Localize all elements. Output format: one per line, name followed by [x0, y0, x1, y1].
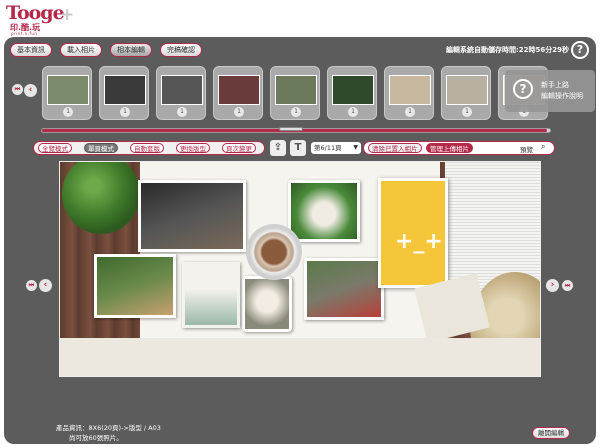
bottom-paper-strip — [60, 338, 540, 376]
page-prev-icon[interactable]: ‹ — [39, 279, 52, 292]
logo-tagline: print.n.fun — [11, 31, 38, 36]
page-thumbnail[interactable]: 1 — [270, 66, 320, 120]
upload-icon[interactable]: ⇪ — [270, 140, 286, 156]
page-thumbnail[interactable]: 1 — [327, 66, 377, 120]
page-thumbnail[interactable]: 1 — [441, 66, 491, 120]
thumbnail-number: 1 — [291, 107, 301, 117]
photo-limit-info: 尚可放60張照片。 — [69, 434, 123, 442]
page-first-icon[interactable]: ⏮ — [26, 280, 37, 291]
album-page-canvas[interactable]: +_+ — [59, 161, 541, 377]
page-thumbnail[interactable]: 1 — [99, 66, 149, 120]
chevron-down-icon: ▼ — [353, 144, 358, 151]
thumbnail-number: 1 — [405, 107, 415, 117]
thumbnail-image — [47, 75, 89, 105]
photo-image — [245, 279, 289, 329]
photo-action-bar: 清除已置入相片 管理上傳相片 預覽 ⌕ — [363, 141, 555, 155]
tooge-logo: Tooge + 印.酷.玩 print.n.fun — [4, 2, 75, 37]
page-last-icon[interactable]: ⏭ — [562, 280, 573, 291]
page-order-button[interactable]: 頁次變更 — [222, 143, 256, 153]
thumb-prev-icon[interactable]: ‹ — [24, 84, 37, 97]
text-tool-icon[interactable]: T — [290, 140, 306, 156]
thumbnail-number: 1 — [348, 107, 358, 117]
sketch-image — [185, 265, 237, 325]
step-load-photos-button[interactable]: 載入相片 — [60, 43, 102, 57]
autosave-timer: 編輯系統自動儲存時間:22時56分29秒 — [446, 46, 570, 54]
photo-image — [141, 183, 243, 249]
page-select-value: 第6/11頁 — [314, 144, 342, 152]
logo-wordmark: Tooge — [6, 2, 65, 24]
preview-link[interactable]: 預覽 — [520, 144, 533, 154]
manage-uploads-button[interactable]: 管理上傳相片 — [426, 143, 473, 153]
search-icon[interactable]: ⌕ — [541, 142, 545, 152]
photo-image — [97, 257, 173, 315]
newspaper-decoration — [445, 162, 540, 292]
placeholder-plus-icon: +_+ — [395, 229, 443, 254]
full-view-mode-button[interactable]: 全覽模式 — [38, 143, 72, 153]
thumbnail-image — [446, 75, 488, 105]
thumbnail-image — [161, 75, 203, 105]
tooltip-subtitle: 編輯操作說明 — [541, 92, 583, 100]
sketch-card — [182, 262, 240, 328]
photo-slot[interactable] — [304, 258, 384, 320]
photo-image — [307, 261, 381, 317]
page-next-icon[interactable]: › — [546, 279, 559, 292]
step-basic-info-button[interactable]: 基本資訊 — [10, 43, 52, 57]
thumbnail-number: 1 — [234, 107, 244, 117]
thumbnail-image — [275, 75, 317, 105]
thumbnail-image — [218, 75, 260, 105]
photo-slot[interactable] — [242, 276, 292, 332]
thumbnail-image — [389, 75, 431, 105]
empty-photo-placeholder[interactable]: +_+ — [378, 178, 448, 288]
page-thumbnail[interactable]: 1 — [384, 66, 434, 120]
photo-slot[interactable] — [138, 180, 246, 252]
thumbnail-scrollbar[interactable] — [41, 127, 551, 133]
page-thumbnail[interactable]: 1 — [156, 66, 206, 120]
page-thumbnail[interactable]: 1 — [42, 66, 92, 120]
photo-slot[interactable] — [288, 180, 360, 242]
thumbnail-image — [104, 75, 146, 105]
change-template-button[interactable]: 更換版型 — [176, 143, 210, 153]
product-info: 產品資訊：8X6(20頁)->版型 / A03 — [56, 424, 161, 432]
clear-placed-photos-button[interactable]: 清除已置入相片 — [368, 143, 422, 153]
step-final-confirm-button[interactable]: 完稿確認 — [160, 43, 202, 57]
thumbnail-number: 1 — [63, 107, 73, 117]
help-tooltip[interactable]: ? 新手上路 編輯操作說明 — [505, 70, 595, 112]
question-icon: ? — [513, 79, 533, 99]
photo-image — [291, 183, 357, 239]
coffee-cup-decoration — [246, 224, 302, 280]
layout-mode-bar: 全覽模式 單頁模式 自動套版 更換版型 頁次變更 — [33, 141, 265, 155]
exit-edit-button[interactable]: 離開編輯 — [532, 427, 570, 439]
step-album-edit-button[interactable]: 相本編輯 — [110, 43, 152, 57]
page-thumbnail[interactable]: 1 — [213, 66, 263, 120]
help-icon[interactable]: ? — [571, 41, 589, 59]
scrollbar-grip[interactable] — [279, 127, 303, 131]
logo-plus: + — [60, 5, 75, 25]
page-select[interactable]: 第6/11頁 ▼ — [311, 142, 361, 154]
thumbnail-number: 1 — [177, 107, 187, 117]
auto-layout-button[interactable]: 自動套版 — [130, 143, 164, 153]
thumbnail-number: 1 — [120, 107, 130, 117]
tooltip-title: 新手上路 — [541, 81, 569, 89]
thumbnail-number: 1 — [462, 107, 472, 117]
thumb-first-icon[interactable]: ⏮ — [12, 84, 23, 95]
thumbnail-image — [332, 75, 374, 105]
photo-slot[interactable] — [94, 254, 176, 318]
single-page-mode-button[interactable]: 單頁模式 — [84, 143, 118, 153]
